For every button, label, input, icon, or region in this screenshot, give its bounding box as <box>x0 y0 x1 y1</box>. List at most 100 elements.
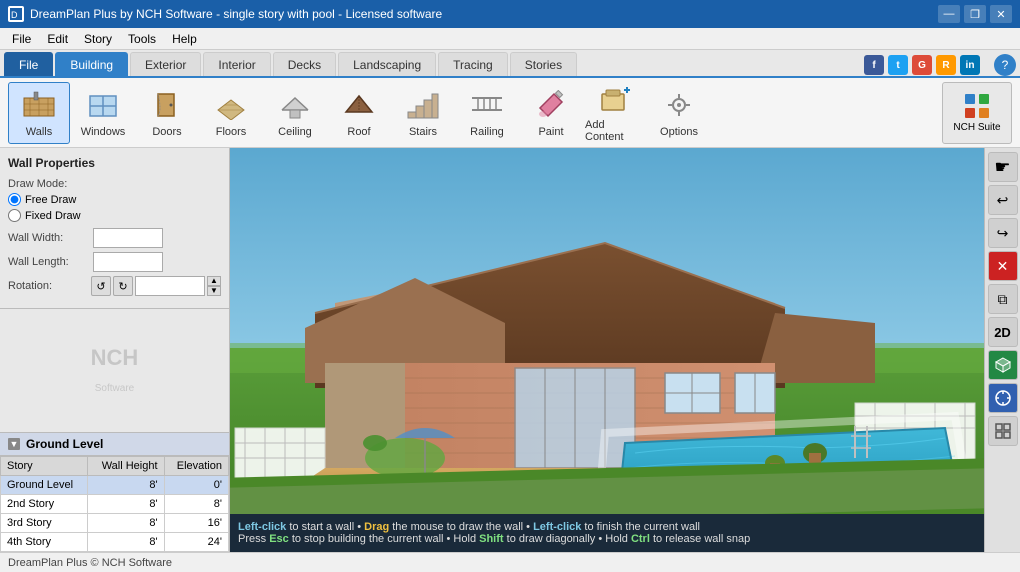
tool-paint-label: Paint <box>538 126 563 138</box>
menu-help[interactable]: Help <box>164 30 205 48</box>
rotation-down-arrow[interactable]: ▼ <box>207 286 221 296</box>
menu-bar: File Edit Story Tools Help <box>0 28 1020 50</box>
tool-railing[interactable]: Railing <box>456 82 518 144</box>
free-draw-label[interactable]: Free Draw <box>25 194 76 206</box>
story-row-3rd[interactable]: 3rd Story 8' 16' <box>1 514 229 533</box>
svg-text:D: D <box>11 10 18 20</box>
linkedin-icon[interactable]: in <box>960 55 980 75</box>
story-name-2nd: 2nd Story <box>1 495 88 514</box>
roof-icon <box>341 87 377 123</box>
ground-level-title: Ground Level <box>26 437 103 451</box>
tab-decks[interactable]: Decks <box>273 52 336 76</box>
rotation-input[interactable]: 0.0 <box>135 276 205 296</box>
delete-button[interactable]: ✕ <box>988 251 1018 281</box>
nch-suite-button[interactable]: NCH Suite <box>942 82 1012 144</box>
wall-length-label: Wall Length: <box>8 256 93 268</box>
tab-bar: File Building Exterior Interior Decks La… <box>0 50 1020 78</box>
story-row-4th[interactable]: 4th Story 8' 24' <box>1 533 229 552</box>
close-button[interactable]: ✕ <box>990 5 1012 23</box>
story-height-3rd: 8' <box>88 514 164 533</box>
story-name-ground: Ground Level <box>1 476 88 495</box>
measure-button[interactable] <box>988 383 1018 413</box>
tool-doors[interactable]: Doors <box>136 82 198 144</box>
collapse-button[interactable]: ▼ <box>8 438 20 450</box>
story-row-ground[interactable]: Ground Level 8' 0' <box>1 476 229 495</box>
google-icon[interactable]: G <box>912 55 932 75</box>
menu-file[interactable]: File <box>4 30 39 48</box>
tool-floors[interactable]: Floors <box>200 82 262 144</box>
status-bar: Left-click to start a wall • Drag the mo… <box>230 514 984 552</box>
tab-stories[interactable]: Stories <box>510 52 577 76</box>
col-story: Story <box>1 457 88 476</box>
grid-button[interactable] <box>988 416 1018 446</box>
menu-edit[interactable]: Edit <box>39 30 76 48</box>
help-button[interactable]: ? <box>994 54 1016 76</box>
windows-icon <box>85 87 121 123</box>
3d-viewport[interactable]: Left-click to start a wall • Drag the mo… <box>230 148 984 552</box>
col-wall-height: Wall Height <box>88 457 164 476</box>
undo-button[interactable]: ↩ <box>988 185 1018 215</box>
cursor-tool-button[interactable]: ☛ <box>988 152 1018 182</box>
tool-options[interactable]: Options <box>648 82 710 144</box>
left-panel: Wall Properties Draw Mode: Free Draw Fix… <box>0 148 230 552</box>
twitter-icon[interactable]: t <box>888 55 908 75</box>
2d-view-button[interactable]: 2D <box>988 317 1018 347</box>
tool-walls[interactable]: Walls <box>8 82 70 144</box>
tool-windows[interactable]: Windows <box>72 82 134 144</box>
ceiling-icon <box>277 87 313 123</box>
maximize-button[interactable]: ❐ <box>964 5 986 23</box>
copy-button[interactable]: ⧉ <box>988 284 1018 314</box>
tool-windows-label: Windows <box>81 126 126 138</box>
nch-suite-label: NCH Suite <box>953 122 1000 133</box>
tool-add-content[interactable]: Add Content <box>584 82 646 144</box>
minimize-button[interactable]: — <box>938 5 960 23</box>
wall-length-input[interactable]: 3' <box>93 252 163 272</box>
rotate-ccw-button[interactable]: ↺ <box>91 276 111 296</box>
rss-icon[interactable]: R <box>936 55 956 75</box>
facebook-icon[interactable]: f <box>864 55 884 75</box>
story-name-3rd: 3rd Story <box>1 514 88 533</box>
tab-exterior[interactable]: Exterior <box>130 52 201 76</box>
draw-mode-label: Draw Mode: <box>8 178 221 190</box>
nch-suite-icon <box>963 92 991 120</box>
stories-table: Story Wall Height Elevation Ground Level… <box>0 456 229 552</box>
stairs-icon <box>405 87 441 123</box>
paint-icon <box>533 87 569 123</box>
railing-icon <box>469 87 505 123</box>
free-draw-radio[interactable] <box>8 193 21 206</box>
grid-icon <box>994 422 1012 440</box>
story-name-4th: 4th Story <box>1 533 88 552</box>
tab-tracing[interactable]: Tracing <box>438 52 508 76</box>
3d-cube-icon <box>994 356 1012 374</box>
walls-icon <box>21 87 57 123</box>
fixed-draw-label[interactable]: Fixed Draw <box>25 210 81 222</box>
tool-add-content-label: Add Content <box>585 119 645 143</box>
ground-level-header: ▼ Ground Level <box>0 433 229 456</box>
bottom-status-text: DreamPlan Plus © NCH Software <box>8 557 172 569</box>
window-controls: — ❐ ✕ <box>938 5 1012 23</box>
add-content-icon <box>597 83 633 116</box>
ground-level-section: ▼ Ground Level Story Wall Height Elevati… <box>0 432 229 552</box>
tab-building[interactable]: Building <box>55 52 128 76</box>
tool-options-label: Options <box>660 126 698 138</box>
rotation-up-arrow[interactable]: ▲ <box>207 276 221 286</box>
tab-file[interactable]: File <box>4 52 53 76</box>
menu-story[interactable]: Story <box>76 30 120 48</box>
fixed-draw-radio[interactable] <box>8 209 21 222</box>
rotate-cw-button[interactable]: ↻ <box>113 276 133 296</box>
tool-roof[interactable]: Roof <box>328 82 390 144</box>
tool-ceiling[interactable]: Ceiling <box>264 82 326 144</box>
story-elev-3rd: 16' <box>164 514 228 533</box>
app-logo-icon: D <box>8 6 24 22</box>
tool-paint[interactable]: Paint <box>520 82 582 144</box>
story-row-2nd[interactable]: 2nd Story 8' 8' <box>1 495 229 514</box>
tab-interior[interactable]: Interior <box>203 52 270 76</box>
wall-width-input[interactable]: 4 1/2" <box>93 228 163 248</box>
status-line-1: Left-click to start a wall • Drag the mo… <box>238 521 976 533</box>
3d-view-button[interactable] <box>988 350 1018 380</box>
wall-width-label: Wall Width: <box>8 232 93 244</box>
redo-button[interactable]: ↪ <box>988 218 1018 248</box>
tool-stairs[interactable]: Stairs <box>392 82 454 144</box>
tab-landscaping[interactable]: Landscaping <box>338 52 436 76</box>
menu-tools[interactable]: Tools <box>120 30 164 48</box>
